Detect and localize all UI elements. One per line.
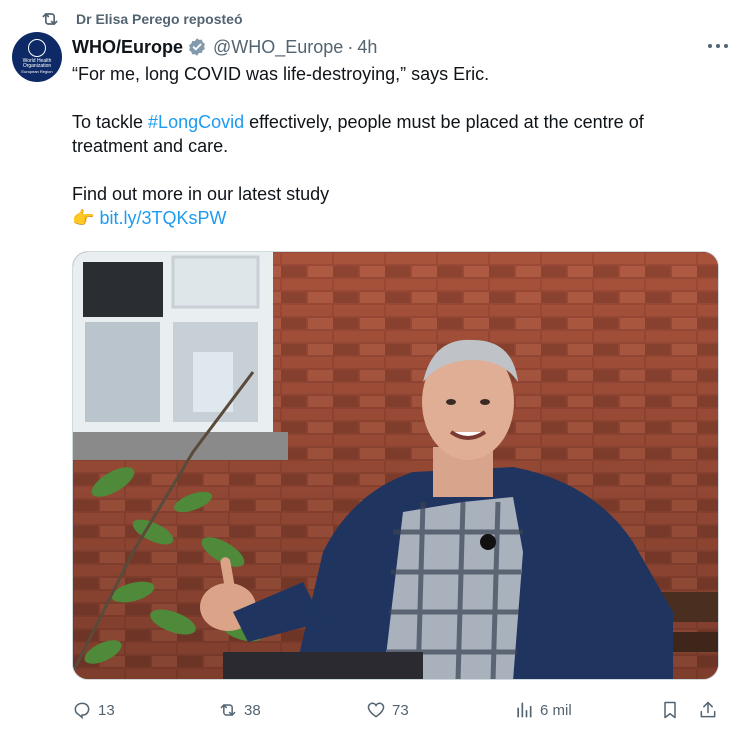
url-link[interactable]: bit.ly/3TQKsPW (99, 208, 226, 228)
tweet-text-fragment: To tackle (72, 112, 149, 132)
more-dot-icon (724, 44, 728, 48)
like-button[interactable]: 73 (366, 700, 409, 720)
more-dot-icon (716, 44, 720, 48)
repost-icon (42, 13, 58, 25)
tweet-actions: 13 38 73 6 mil (72, 696, 724, 724)
tweet-line-quote: “For me, long COVID was life-destroying,… (72, 64, 490, 84)
photo-of-man-on-bench (73, 252, 718, 679)
bookmark-icon (664, 701, 676, 719)
hashtag-link[interactable]: #LongCovid (148, 112, 244, 132)
analytics-icon (517, 702, 532, 718)
tweet-time[interactable]: 4h (357, 37, 377, 58)
avatar[interactable]: World Health Organization European Regio… (12, 32, 62, 82)
author-handle[interactable]: @WHO_Europe (213, 37, 343, 58)
avatar-region: European Region (21, 69, 53, 74)
tweet-line-tackle: To tackle #LongCovid effectively, people… (72, 110, 712, 134)
view-count: 6 mil (540, 701, 572, 719)
repost-header[interactable]: Dr Elisa Perego reposteó (40, 8, 243, 30)
who-emblem-icon (28, 39, 46, 57)
repost-icon (220, 704, 236, 716)
tweet-line-findout: Find out more in our latest study (72, 184, 330, 204)
author-name[interactable]: WHO/Europe (72, 37, 183, 58)
reply-count: 13 (98, 701, 115, 719)
repost-text: Dr Elisa Perego reposteó (76, 11, 243, 27)
tweet-image[interactable] (72, 251, 719, 680)
repost-count: 38 (244, 701, 261, 719)
separator-dot: · (347, 36, 354, 57)
tweet-header: WHO/Europe @WHO_Europe · 4h (72, 34, 732, 60)
heart-icon (367, 702, 385, 718)
pointing-hand-icon: 👉 (72, 208, 95, 228)
share-button[interactable] (698, 700, 724, 720)
more-options-button[interactable] (706, 36, 730, 56)
bookmark-button[interactable] (660, 700, 686, 720)
verified-badge-icon (189, 38, 205, 56)
share-icon (700, 701, 716, 718)
avatar-org-name: World Health Organization (22, 58, 52, 69)
like-count: 73 (392, 701, 409, 719)
tweet-line-url: 👉 bit.ly/3TQKsPW (72, 206, 712, 230)
tweet-text: “For me, long COVID was life-destroying,… (72, 62, 712, 230)
more-dot-icon (708, 44, 712, 48)
reply-icon (74, 702, 90, 720)
views-button[interactable]: 6 mil (514, 700, 572, 720)
tweet-text-fragment: effectively, people must be placed at th… (244, 112, 644, 132)
reply-button[interactable]: 13 (72, 700, 115, 720)
repost-button[interactable]: 38 (218, 700, 261, 720)
tweet-line-treatment: treatment and care. (72, 136, 229, 156)
